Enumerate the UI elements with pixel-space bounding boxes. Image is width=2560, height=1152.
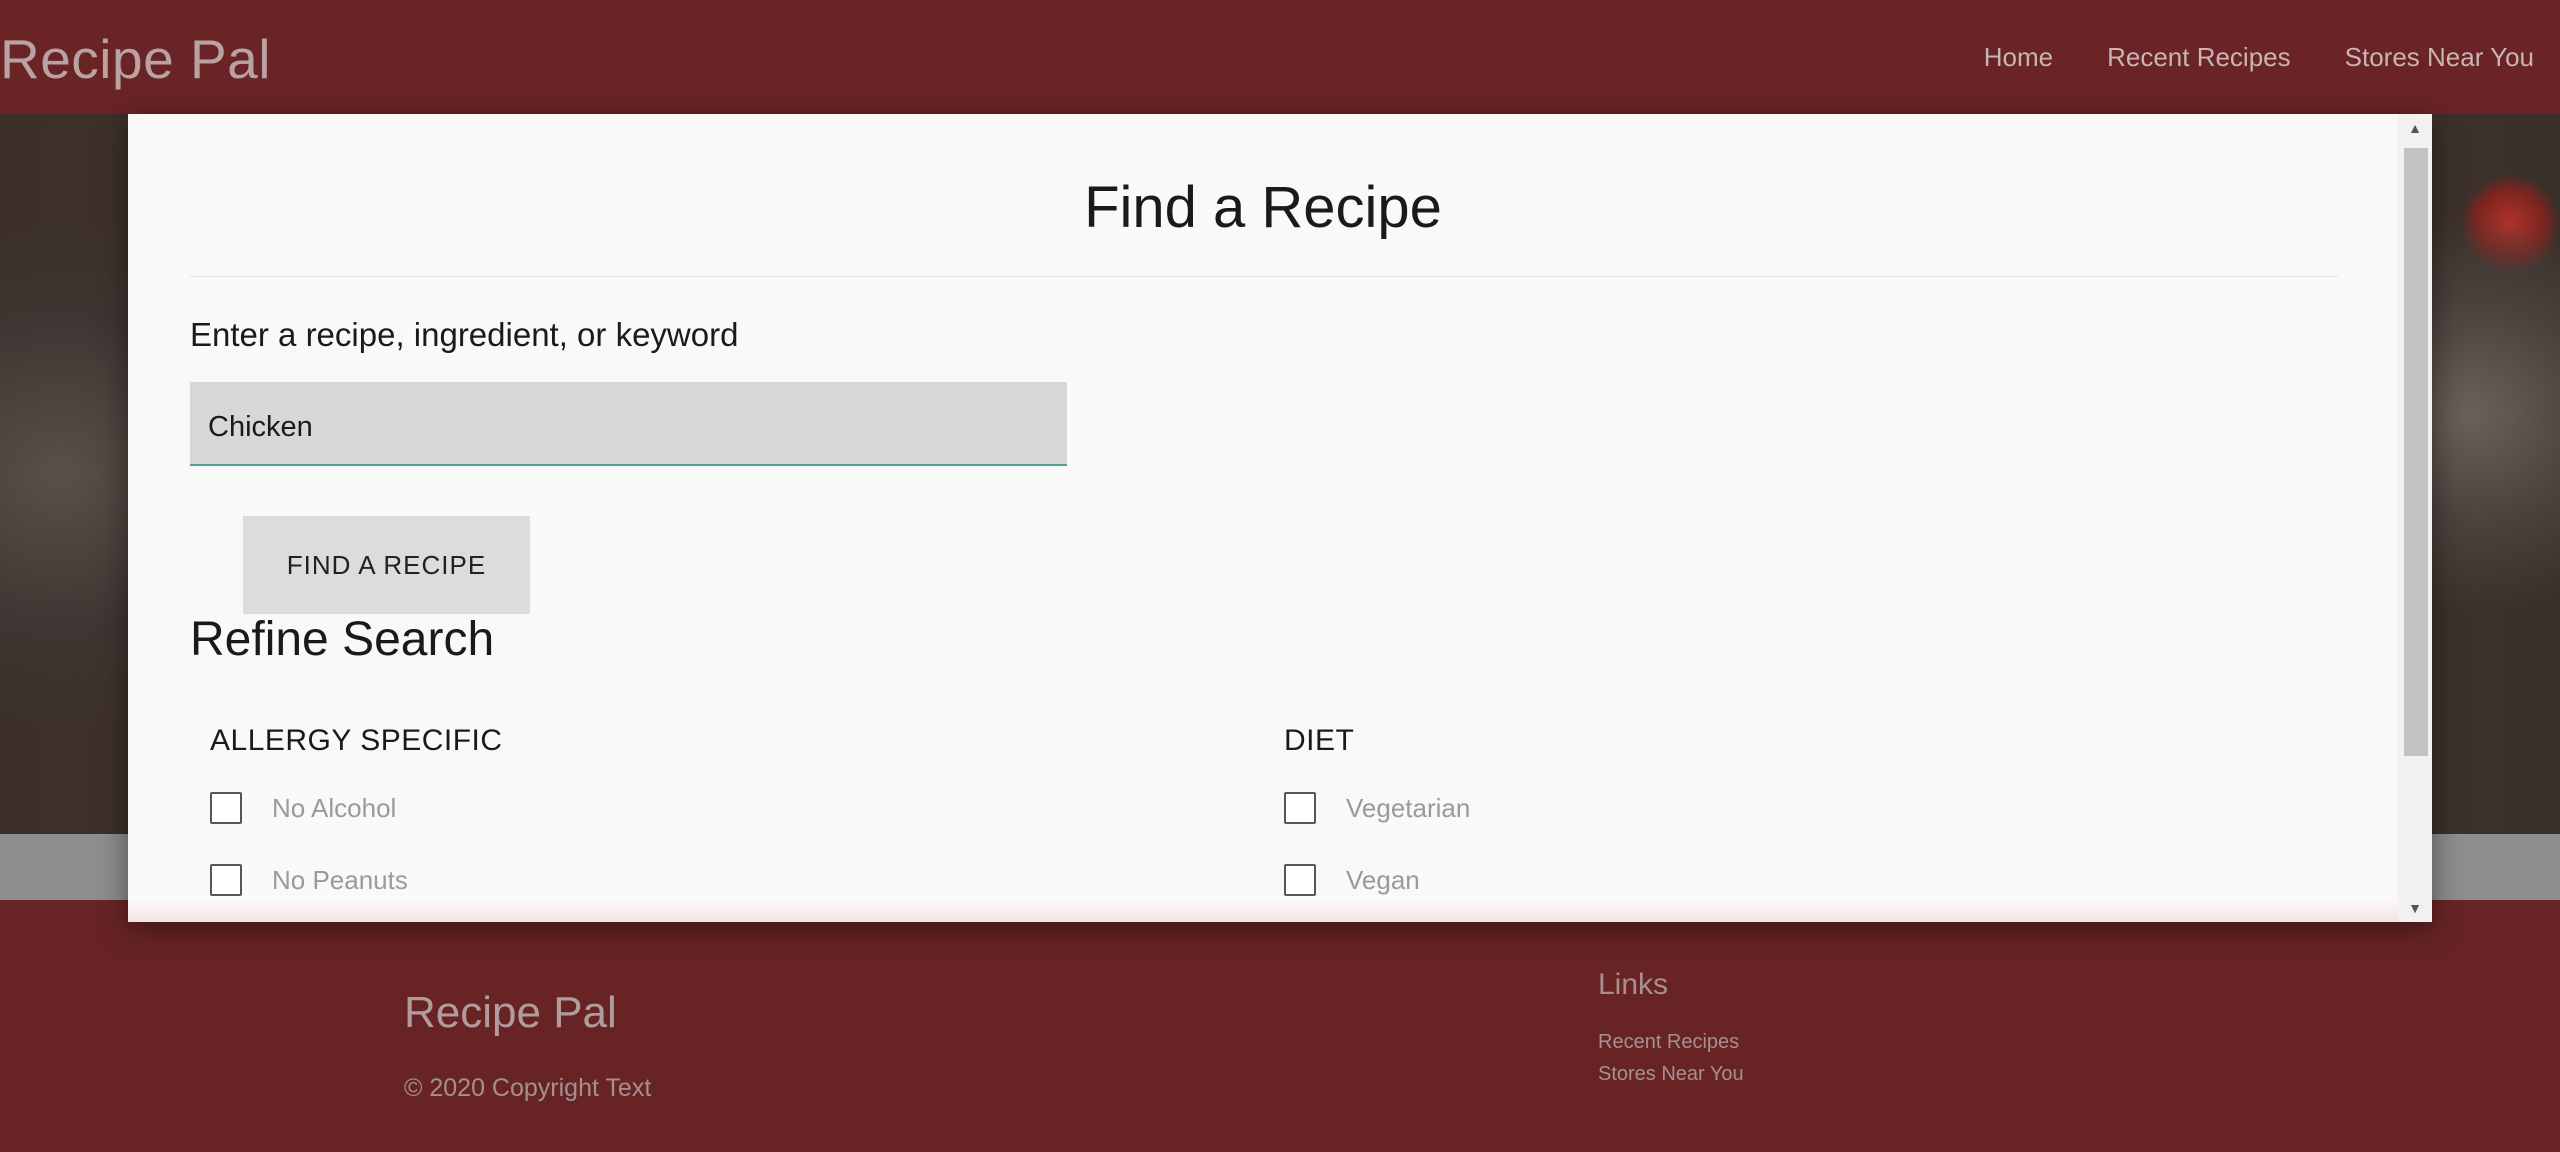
nav-link-home[interactable]: Home	[1984, 42, 2053, 73]
search-input[interactable]	[190, 382, 1067, 466]
modal-content: Find a Recipe Enter a recipe, ingredient…	[128, 114, 2398, 922]
footer-link-recent-recipes[interactable]: Recent Recipes	[1598, 1031, 1739, 1054]
refine-search-title: Refine Search	[190, 613, 495, 666]
footer-links-title: Links	[1598, 968, 1669, 1001]
modal-title: Find a Recipe	[1084, 175, 1442, 240]
footer-copyright: © 2020 Copyright Text	[404, 1074, 652, 1102]
nav-link-recent-recipes[interactable]: Recent Recipes	[2107, 42, 2291, 73]
find-recipe-modal: Find a Recipe Enter a recipe, ingredient…	[128, 114, 2432, 922]
scrollbar-thumb[interactable]	[2404, 148, 2428, 756]
no-alcohol-checkbox[interactable]	[210, 792, 242, 824]
nav-links: Home Recent Recipes Stores Near You	[1984, 42, 2534, 73]
diet-heading: DIET	[1284, 724, 1355, 757]
find-recipe-button[interactable]: FIND A RECIPE	[243, 516, 530, 614]
vegetarian-checkbox[interactable]	[1284, 792, 1316, 824]
modal-divider	[190, 276, 2338, 277]
checkbox-row-vegetarian[interactable]: Vegetarian	[1284, 792, 1470, 824]
brand-logo-link[interactable]: Recipe Pal	[0, 23, 271, 91]
search-label: Enter a recipe, ingredient, or keyword	[190, 316, 739, 353]
footer-link-stores-near-you[interactable]: Stores Near You	[1598, 1063, 1744, 1086]
checkbox-row-no-alcohol[interactable]: No Alcohol	[210, 792, 396, 824]
vegan-label: Vegan	[1346, 864, 1420, 895]
no-peanuts-label: No Peanuts	[272, 864, 408, 895]
checkbox-row-no-peanuts[interactable]: No Peanuts	[210, 864, 408, 896]
footer: Recipe Pal © 2020 Copyright Text Links R…	[0, 900, 2560, 1152]
checkbox-row-vegan[interactable]: Vegan	[1284, 864, 1420, 896]
scroll-up-arrow-icon[interactable]: ▲	[2398, 114, 2432, 142]
modal-scrollbar[interactable]: ▲ ▼	[2398, 114, 2432, 922]
nav-link-stores-near-you[interactable]: Stores Near You	[2345, 42, 2534, 73]
no-alcohol-label: No Alcohol	[272, 792, 397, 823]
no-peanuts-checkbox[interactable]	[210, 864, 242, 896]
top-navbar: Recipe Pal Home Recent Recipes Stores Ne…	[0, 0, 2560, 114]
modal-bottom-fade	[128, 900, 2398, 922]
vegan-checkbox[interactable]	[1284, 864, 1316, 896]
vegetarian-label: Vegetarian	[1346, 792, 1471, 823]
allergy-specific-heading: ALLERGY SPECIFIC	[210, 724, 503, 757]
footer-brand: Recipe Pal	[404, 988, 617, 1037]
scroll-down-arrow-icon[interactable]: ▼	[2398, 894, 2432, 922]
